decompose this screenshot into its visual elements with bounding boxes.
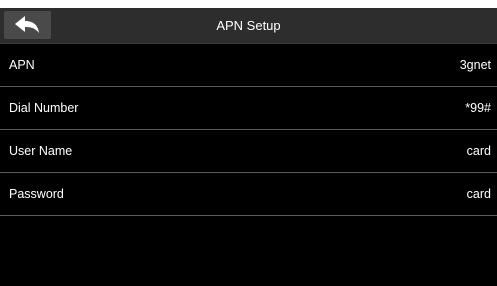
title-bar: APN Setup	[0, 8, 497, 44]
device-screen: APN Setup APN 3gnet Dial Number *99# Use…	[0, 8, 497, 286]
setting-label: User Name	[9, 144, 73, 158]
back-button[interactable]	[4, 11, 51, 39]
back-arrow-icon	[15, 16, 39, 33]
setting-label: APN	[9, 58, 35, 72]
setting-value: card	[466, 187, 491, 201]
page-title: APN Setup	[216, 18, 281, 33]
setting-label: Dial Number	[9, 101, 79, 115]
setting-row-password[interactable]: Password card	[0, 173, 497, 216]
setting-value: card	[466, 144, 491, 158]
setting-row-dial-number[interactable]: Dial Number *99#	[0, 87, 497, 130]
setting-label: Password	[9, 187, 64, 201]
setting-value: *99#	[465, 101, 491, 115]
settings-list: APN 3gnet Dial Number *99# User Name car…	[0, 44, 497, 216]
setting-row-apn[interactable]: APN 3gnet	[0, 44, 497, 87]
setting-value: 3gnet	[459, 58, 491, 72]
setting-row-user-name[interactable]: User Name card	[0, 130, 497, 173]
